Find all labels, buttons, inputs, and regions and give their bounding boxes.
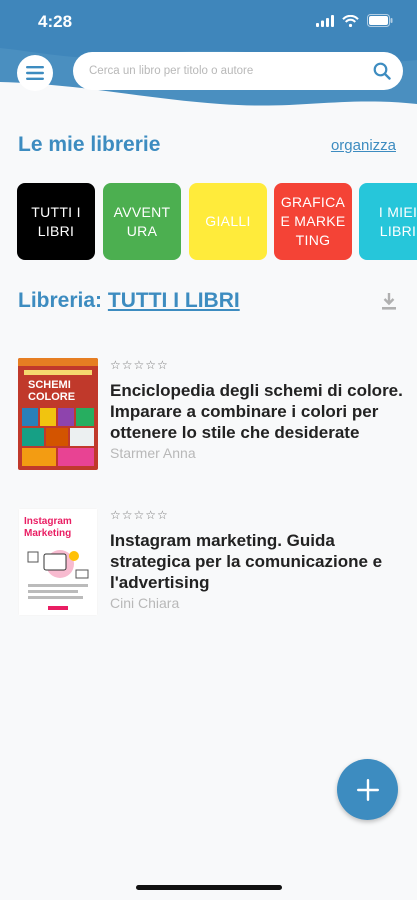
book-author: Cini Chiara [110, 595, 180, 611]
book-cover-image: SCHEMI COLORE [18, 358, 98, 470]
libraries-title: Le mie librerie [18, 133, 161, 156]
add-book-button[interactable] [337, 759, 398, 820]
status-time: 4:28 [38, 12, 73, 31]
search-input[interactable] [89, 65, 373, 77]
status-icons [316, 14, 393, 27]
chip-grafica-e-marketing[interactable]: GRAFICA E MARKETING [274, 183, 352, 260]
book-author: Starmer Anna [110, 445, 196, 461]
book-title: Instagram marketing. Guida strategica pe… [110, 531, 383, 592]
wifi-icon [342, 14, 359, 27]
battery-icon [367, 14, 393, 27]
svg-text:COLORE: COLORE [28, 391, 75, 403]
book-title: Enciclopedia degli schemi di colore. Imp… [110, 381, 403, 442]
chip-tutti-i-libri[interactable]: TUTTI I LIBRI [17, 183, 95, 260]
book-cover-image: Instagram Marketing [18, 508, 98, 616]
current-library-heading: Libreria: TUTTI I LIBRI [18, 289, 240, 313]
plus-icon [356, 778, 379, 801]
chip-label: AVVENTURA [113, 203, 171, 239]
home-indicator [136, 885, 282, 890]
menu-button[interactable] [17, 55, 53, 91]
rating-stars[interactable]: ☆☆☆☆☆ [110, 508, 403, 526]
app-header: 4:28 [0, 0, 417, 112]
signal-icon [316, 14, 334, 27]
svg-text:Marketing: Marketing [24, 528, 71, 539]
chip-label: I MIEI LIBRI [378, 203, 417, 239]
chip-label: GIALLI [205, 213, 251, 229]
chip-avventura[interactable]: AVVENTURA [103, 183, 181, 260]
chip-label: TUTTI I LIBRI [31, 203, 81, 239]
rating-stars[interactable]: ☆☆☆☆☆ [110, 358, 403, 376]
book-item[interactable]: Instagram Marketing ☆☆☆☆☆ Instagram mark… [18, 508, 403, 618]
search-bar[interactable] [73, 52, 403, 90]
organize-link[interactable]: organizza [331, 137, 396, 154]
chip-gialli[interactable]: GIALLI [189, 183, 267, 260]
chip-label: GRAFICA E MARKETING [280, 194, 346, 248]
hamburger-icon [26, 66, 44, 80]
book-info: ☆☆☆☆☆ Instagram marketing. Guida strateg… [110, 508, 403, 611]
svg-text:Instagram: Instagram [24, 516, 72, 527]
library-prefix: Libreria: [18, 289, 103, 312]
book-item[interactable]: SCHEMI COLORE ☆☆☆☆☆ Enciclopedia degli s… [18, 358, 403, 478]
svg-text:SCHEMI: SCHEMI [28, 379, 71, 391]
library-chips: TUTTI I LIBRI AVVENTURA GIALLI GRAFICA E… [17, 183, 417, 261]
chip-i-miei-libri[interactable]: I MIEI LIBRI [359, 183, 417, 260]
download-icon[interactable] [381, 292, 397, 311]
search-icon[interactable] [373, 62, 391, 80]
book-info: ☆☆☆☆☆ Enciclopedia degli schemi di color… [110, 358, 403, 461]
library-name-link[interactable]: TUTTI I LIBRI [108, 289, 240, 312]
